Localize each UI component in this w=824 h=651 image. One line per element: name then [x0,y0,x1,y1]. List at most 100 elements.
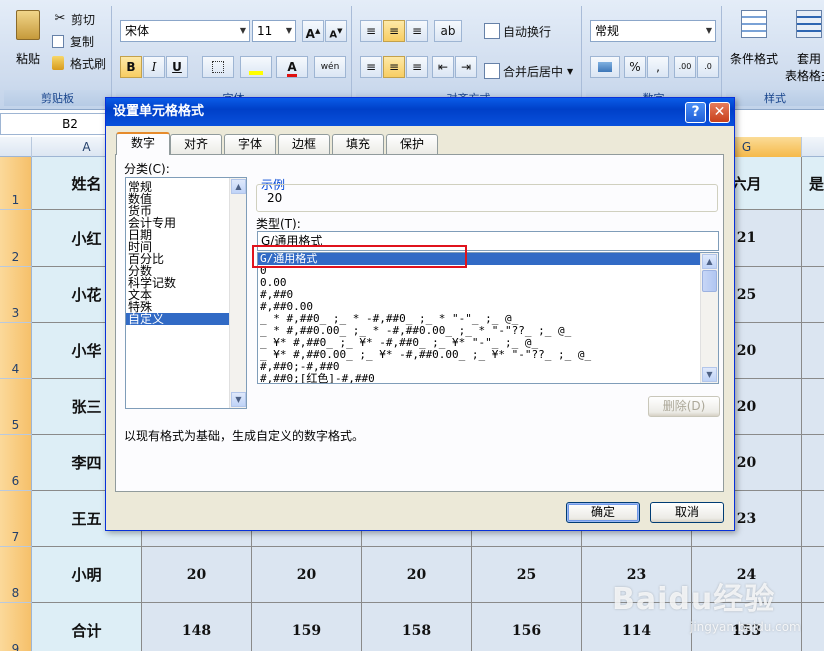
number-format-select[interactable]: 常规 ▼ [590,20,716,42]
dialog-title: 设置单元格格式 [106,98,734,126]
ok-button[interactable]: 确定 [566,502,640,523]
tab-fill[interactable]: 填充 [332,134,384,154]
tab-number[interactable]: 数字 [116,132,170,155]
tab-font[interactable]: 字体 [224,134,276,154]
copy-icon [52,34,64,48]
font-name-select[interactable]: 宋体 ▼ [120,20,250,42]
row-header-2[interactable]: 2 [0,210,32,267]
bold-button[interactable]: B [120,56,142,78]
chevron-down-icon: ▼ [239,26,247,35]
row-header-3[interactable]: 3 [0,267,32,323]
styles-group: 条件格式 套用 表格格式 样式 [726,6,824,106]
row-header-7[interactable]: 7 [0,491,32,547]
value-cell[interactable] [802,267,824,323]
row-header-9[interactable]: 9 [0,603,32,651]
value-cell[interactable]: 25 [472,547,582,603]
grow-font-button[interactable]: A▲ [302,20,324,42]
chevron-down-icon: ▼ [285,26,293,35]
tab-protection[interactable]: 保护 [386,134,438,154]
scroll-down-arrow[interactable]: ▼ [702,367,717,382]
merge-center-button[interactable]: 合并后居中 ▼ [484,60,573,82]
phonetic-button[interactable]: wén [314,56,346,78]
category-items: 常规 数值 货币 会计专用 日期 时间 百分比 分数 科学记数 文本 特殊 自定义 [126,178,246,325]
value-cell[interactable] [802,210,824,267]
fill-color-button[interactable] [240,56,272,78]
align-middle-button[interactable]: ≡ [383,20,405,42]
border-button[interactable] [202,56,234,78]
type-input[interactable]: G/通用格式 [257,231,719,251]
value-cell[interactable] [802,491,824,547]
format-item[interactable]: #,##0;[红色]-#,##0 [258,373,718,384]
cut-button[interactable]: ✂ 剪切 [52,8,95,30]
shrink-font-button[interactable]: A▼ [325,20,347,42]
delete-button[interactable]: 删除(D) [648,396,720,417]
format-item[interactable]: 0 [258,265,718,277]
value-cell[interactable] [802,435,824,491]
decrease-decimal-button[interactable]: .0 [697,56,719,78]
value-cell[interactable]: 148 [142,603,252,651]
wrap-text-button[interactable]: 自动换行 [484,20,551,42]
orientation-button[interactable]: ab [434,20,462,42]
name-cell[interactable]: 合计 [32,603,142,651]
scroll-down-arrow[interactable]: ▼ [231,392,246,407]
conditional-format-icon [741,10,767,38]
cancel-button[interactable]: 取消 [650,502,724,523]
tab-border[interactable]: 边框 [278,134,330,154]
scroll-up-arrow[interactable]: ▲ [231,179,246,194]
value-cell[interactable]: 156 [472,603,582,651]
decrease-indent-button[interactable]: ⇤ [432,56,454,78]
comma-button[interactable]: , [647,56,669,78]
value-cell[interactable] [802,323,824,379]
category-item[interactable]: 自定义 [126,313,246,325]
align-center-button[interactable]: ≡ [383,56,405,78]
paste-icon [16,10,40,40]
format-as-table-button[interactable]: 套用 表格格式 [784,10,824,84]
type-label: 类型(T): [256,217,301,231]
help-button[interactable]: ? [685,102,706,123]
align-right-button[interactable]: ≡ [406,56,428,78]
tab-alignment[interactable]: 对齐 [170,134,222,154]
value-cell[interactable] [802,379,824,435]
underline-button[interactable]: U [166,56,188,78]
conditional-format-button[interactable]: 条件格式 [728,10,780,67]
value-cell[interactable]: 159 [252,603,362,651]
increase-decimal-button[interactable]: .00 [674,56,696,78]
align-bottom-button[interactable]: ≡ [406,20,428,42]
font-color-button[interactable]: A [276,56,308,78]
increase-indent-button[interactable]: ⇥ [455,56,477,78]
value-cell[interactable]: 20 [252,547,362,603]
format-item[interactable]: 0.00 [258,277,718,289]
help-icon: ? [691,104,700,120]
close-button[interactable]: ✕ [709,102,730,123]
format-list[interactable]: G/通用格式 0 0.00 #,##0 #,##0.00 _ * #,##0_ ;_ * … [257,252,719,384]
paste-button[interactable]: 粘贴 [10,10,46,72]
currency-button[interactable] [590,56,620,78]
select-all-corner[interactable] [0,137,32,157]
format-item[interactable]: G/通用格式 [258,253,718,265]
scroll-up-arrow[interactable]: ▲ [702,254,717,269]
scroll-thumb[interactable] [702,270,717,292]
name-cell[interactable]: 小明 [32,547,142,603]
percent-button[interactable]: % [624,56,646,78]
value-cell[interactable]: 158 [362,603,472,651]
format-cells-dialog: 设置单元格格式 ? ✕ 数字 对齐 字体 边框 填充 保护 分类(C): 常规数… [105,97,735,531]
row-header-4[interactable]: 4 [0,323,32,379]
category-list[interactable]: 常规 数值 货币 会计专用 日期 时间 百分比 分数 科学记数 文本 特殊 自定义 ▲ ▼ [125,177,247,409]
row-header-8[interactable]: 8 [0,547,32,603]
italic-button[interactable]: I [143,56,165,78]
category-scrollbar[interactable]: ▲ ▼ [229,178,246,408]
font-size-select[interactable]: 11 ▼ [252,20,296,42]
value-cell[interactable]: 20 [142,547,252,603]
value-cell[interactable]: 20 [362,547,472,603]
copy-button[interactable]: 复制 [52,30,94,52]
row-header-1[interactable]: 1 [0,157,32,210]
format-painter-button[interactable]: 格式刷 [52,52,106,74]
number-group: 常规 ▼ % , .00 .0 数字 [586,6,722,106]
align-left-button[interactable]: ≡ [360,56,382,78]
header-cell[interactable]: 是 [802,157,824,210]
row-header-6[interactable]: 6 [0,435,32,491]
align-top-button[interactable]: ≡ [360,20,382,42]
format-scrollbar[interactable]: ▲ ▼ [700,253,718,383]
row-header-5[interactable]: 5 [0,379,32,435]
format-item[interactable]: #,##0 [258,289,718,301]
